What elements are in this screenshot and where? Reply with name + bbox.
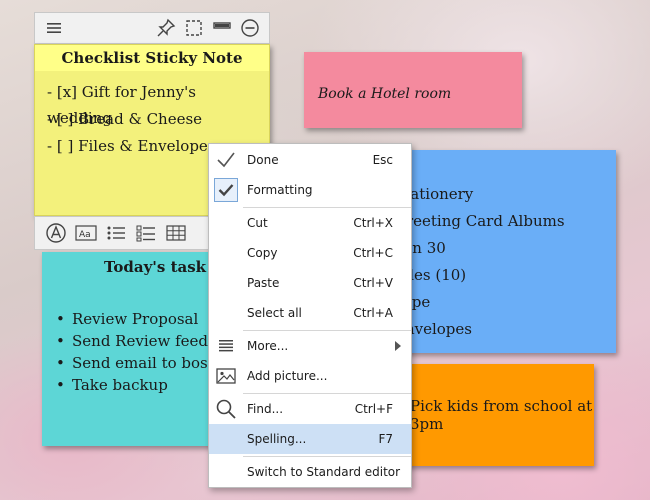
orange-note-text: Pick kids from school at 3pm xyxy=(410,397,593,433)
context-menu: Done Esc Formatting Cut Ctrl+X Copy Ctrl… xyxy=(208,143,412,488)
menu-item-label: Switch to Standard editor xyxy=(247,465,401,479)
magnifier-icon xyxy=(214,397,238,421)
checklist-icon[interactable] xyxy=(135,222,157,244)
menu-item-label: Spelling... xyxy=(247,432,307,446)
menu-item-find[interactable]: Find... Ctrl+F xyxy=(209,394,411,424)
pin-icon[interactable] xyxy=(155,17,177,39)
menu-item-shortcut: Ctrl+F xyxy=(354,402,393,416)
note-toolbar xyxy=(34,12,270,44)
checklist-note-title: Checklist Sticky Note xyxy=(35,45,269,71)
menu-item-cut[interactable]: Cut Ctrl+X xyxy=(209,208,411,238)
menu-item-label: Find... xyxy=(247,402,284,416)
menu-item-spelling[interactable]: Spelling... F7 xyxy=(209,424,411,454)
roll-up-icon[interactable] xyxy=(211,17,233,39)
menu-item-switch-editor[interactable]: Switch to Standard editor xyxy=(209,457,411,487)
note-line: Pen 30 xyxy=(394,239,446,257)
checkmark-icon xyxy=(214,148,238,172)
reminder-sticky-note[interactable]: Pick kids from school at 3pm xyxy=(398,364,594,466)
menu-item-done[interactable]: Done Esc xyxy=(209,145,411,175)
checklist-item: - [x] Gift for Jenny's wedding xyxy=(47,83,196,127)
checked-state-icon xyxy=(214,178,238,202)
checklist-item: - [ ] Bread & Cheese xyxy=(47,110,203,128)
menu-item-more[interactable]: More... xyxy=(209,331,411,361)
note-line: Greeting Card Albums xyxy=(394,212,565,230)
bullet-list-icon[interactable] xyxy=(105,222,127,244)
menu-item-add-picture[interactable]: Add picture... xyxy=(209,361,411,391)
hotel-sticky-note[interactable]: Book a Hotel room xyxy=(304,52,522,128)
note-line: Envelopes xyxy=(394,320,472,338)
menu-item-copy[interactable]: Copy Ctrl+C xyxy=(209,238,411,268)
hotel-note-text: Book a Hotel room xyxy=(318,86,452,102)
menu-item-shortcut: F7 xyxy=(378,432,393,446)
menu-item-shortcut: Ctrl+A xyxy=(353,306,393,320)
menu-item-label: Formatting xyxy=(247,183,313,197)
note-line: Files (10) xyxy=(394,266,467,284)
picture-icon xyxy=(214,364,238,388)
menu-item-shortcut: Esc xyxy=(372,153,393,167)
menu-item-paste[interactable]: Paste Ctrl+V xyxy=(209,268,411,298)
note-line: Stationery xyxy=(394,185,474,203)
menu-item-label: Copy xyxy=(247,246,278,260)
menu-item-label: Paste xyxy=(247,276,280,290)
menu-item-label: Add picture... xyxy=(247,369,328,383)
menu-item-shortcut: Ctrl+X xyxy=(353,216,393,230)
menu-item-label: Done xyxy=(247,153,279,167)
menu-item-select-all[interactable]: Select all Ctrl+A xyxy=(209,298,411,328)
font-size-icon[interactable]: Aa xyxy=(75,222,97,244)
more-lines-icon xyxy=(214,334,238,358)
menu-item-label: Cut xyxy=(247,216,268,230)
menu-item-shortcut: Ctrl+C xyxy=(353,246,393,260)
table-icon[interactable] xyxy=(165,222,187,244)
select-region-icon[interactable] xyxy=(183,17,205,39)
menu-icon[interactable] xyxy=(43,17,65,39)
minimize-circle-icon[interactable] xyxy=(239,17,261,39)
svg-text:Aa: Aa xyxy=(79,230,91,240)
menu-item-label: More... xyxy=(247,339,289,353)
menu-item-formatting[interactable]: Formatting xyxy=(209,175,411,205)
note-line: Tape xyxy=(394,293,431,311)
font-style-icon[interactable] xyxy=(45,222,67,244)
menu-item-shortcut: Ctrl+V xyxy=(353,276,393,290)
menu-item-label: Select all xyxy=(247,306,302,320)
submenu-arrow-icon xyxy=(395,341,401,351)
shopping-sticky-note[interactable]: Stationery Greeting Card Albums Pen 30 F… xyxy=(380,150,616,353)
